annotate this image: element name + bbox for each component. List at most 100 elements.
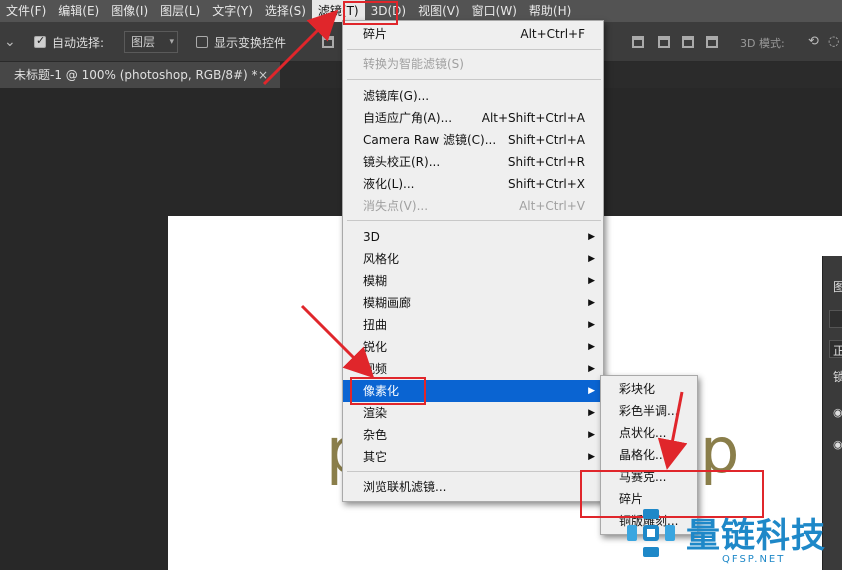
menu-item-label: 3D [363, 230, 380, 244]
submenu-arrow-icon: ▶ [588, 452, 595, 462]
menu-item-shortcut: Alt+Ctrl+V [519, 199, 585, 213]
submenu-arrow-icon: ▶ [588, 364, 595, 374]
orbit-3d-icon[interactable]: ⟲ [808, 34, 819, 49]
menu-item-vanishing-point: 消失点(V)... Alt+Ctrl+V [343, 195, 603, 217]
menu-file[interactable]: 文件(F) [0, 0, 52, 22]
auto-select-label: 自动选择: [52, 36, 105, 50]
menu-item-shortcut: Shift+Ctrl+X [508, 177, 585, 191]
submenu-arrow-icon: ▶ [588, 408, 595, 418]
submenu-arrow-icon: ▶ [588, 320, 595, 330]
menu-item-shortcut: Alt+Ctrl+F [520, 27, 585, 41]
submenu-noise[interactable]: 杂色 ▶ [343, 424, 603, 446]
annotation-box-pixelate [350, 377, 426, 405]
panel-search-icon[interactable] [829, 310, 842, 328]
menu-window[interactable]: 窗口(W) [466, 0, 523, 22]
distribute-spacing-icon[interactable] [706, 36, 718, 48]
submenu-item-crystallize[interactable]: 晶格化... [601, 444, 697, 466]
roll-3d-icon[interactable]: ◌ [828, 34, 839, 49]
menu-item-label: 自适应广角(A)... [363, 111, 453, 125]
menu-type[interactable]: 文字(Y) [206, 0, 259, 22]
submenu-other[interactable]: 其它 ▶ [343, 446, 603, 468]
menu-item-label: Camera Raw 滤镜(C)... [363, 133, 497, 147]
mode-3d-label: 3D 模式: [740, 37, 785, 50]
menu-item-label: 其它 [363, 450, 388, 464]
document-tab-title: 未标题-1 @ 100% (photoshop, RGB/8#) * [14, 68, 258, 82]
auto-select-checkbox[interactable] [34, 34, 46, 48]
menu-item-shortcut: Alt+Shift+Ctrl+A [481, 111, 585, 125]
menu-item-label: 浏览联机滤镜... [363, 480, 447, 494]
submenu-arrow-icon: ▶ [588, 232, 595, 242]
watermark-text: 量链科技 [686, 516, 826, 556]
menu-item-label: 锐化 [363, 340, 388, 354]
submenu-item-facet[interactable]: 彩块化 [601, 378, 697, 400]
menu-item-lens-correction[interactable]: 镜头校正(R)... Shift+Ctrl+R [343, 151, 603, 173]
menu-item-shortcut: Shift+Ctrl+A [508, 133, 585, 147]
document-tab[interactable]: 未标题-1 @ 100% (photoshop, RGB/8#) * × [0, 62, 280, 88]
dropdown-value: 图层 [131, 35, 156, 49]
menu-item-label: 镜头校正(R)... [363, 155, 441, 169]
menu-layer[interactable]: 图层(L) [154, 0, 206, 22]
show-transform-label: 显示变换控件 [214, 36, 287, 50]
menu-item-label: 转换为智能滤镜(S) [363, 57, 464, 71]
distribute-vertical-icon[interactable] [632, 36, 644, 48]
menu-edit[interactable]: 编辑(E) [52, 0, 105, 22]
submenu-item-pointillize[interactable]: 点状化... [601, 422, 697, 444]
submenu-render[interactable]: 渲染 ▶ [343, 402, 603, 424]
menu-item-adaptive-wide-angle[interactable]: 自适应广角(A)... Alt+Shift+Ctrl+A [343, 107, 603, 129]
submenu-blur[interactable]: 模糊 ▶ [343, 270, 603, 292]
submenu-arrow-icon: ▶ [588, 254, 595, 264]
menu-separator [347, 49, 601, 50]
menu-item-filter-gallery[interactable]: 滤镜库(G)... [343, 85, 603, 107]
menu-item-label: 视频 [363, 362, 388, 376]
close-icon[interactable]: × [258, 62, 268, 88]
menu-view[interactable]: 视图(V) [412, 0, 466, 22]
blend-mode-value: 正 [833, 344, 842, 358]
menu-separator [347, 220, 601, 221]
menu-item-camera-raw[interactable]: Camera Raw 滤镜(C)... Shift+Ctrl+A [343, 129, 603, 151]
annotation-box-filter-menu [343, 1, 398, 25]
submenu-blur-gallery[interactable]: 模糊画廊 ▶ [343, 292, 603, 314]
menu-item-label: 滤镜库(G)... [363, 89, 430, 103]
menu-item-label: 模糊 [363, 274, 388, 288]
menu-item-label: 液化(L)... [363, 177, 415, 191]
menu-item-shortcut: Shift+Ctrl+R [507, 155, 585, 169]
submenu-arrow-icon: ▶ [588, 342, 595, 352]
menu-item-browse-online-filters[interactable]: 浏览联机滤镜... [343, 476, 603, 498]
align-top-icon[interactable] [322, 36, 334, 48]
chevron-down-icon: ▾ [169, 37, 174, 47]
submenu-sharpen[interactable]: 锐化 ▶ [343, 336, 603, 358]
submenu-arrow-icon: ▶ [588, 276, 595, 286]
watermark-domain: QFSP.NET [722, 554, 786, 565]
menu-item-label: 消失点(V)... [363, 199, 429, 213]
panel-header: 图 [833, 280, 842, 294]
menu-item-label: 风格化 [363, 252, 400, 266]
show-transform-checkbox[interactable] [196, 36, 208, 48]
submenu-arrow-icon: ▶ [588, 386, 595, 396]
layer-visibility-eye-icon[interactable]: ◉ [833, 438, 842, 451]
submenu-item-color-halftone[interactable]: 彩色半调... [601, 400, 697, 422]
submenu-arrow-icon: ▶ [588, 430, 595, 440]
submenu-stylize[interactable]: 风格化 ▶ [343, 248, 603, 270]
submenu-3d[interactable]: 3D ▶ [343, 226, 603, 248]
distribute-bottom-icon[interactable] [682, 36, 694, 48]
menu-item-label: 杂色 [363, 428, 388, 442]
menu-item-last-filter[interactable]: 碎片 Alt+Ctrl+F [343, 23, 603, 45]
menu-item-liquify[interactable]: 液化(L)... Shift+Ctrl+X [343, 173, 603, 195]
move-tool-chevron-icon[interactable]: ⌄ [4, 34, 16, 50]
submenu-arrow-icon: ▶ [588, 298, 595, 308]
filter-menu: 碎片 Alt+Ctrl+F 转换为智能滤镜(S) 滤镜库(G)... 自适应广角… [342, 20, 604, 502]
menu-help[interactable]: 帮助(H) [523, 0, 577, 22]
menu-select[interactable]: 选择(S) [259, 0, 312, 22]
lock-label: 锁 [833, 370, 842, 384]
submenu-distort[interactable]: 扭曲 ▶ [343, 314, 603, 336]
auto-select-target-dropdown[interactable]: 图层 ▾ [124, 31, 178, 53]
menu-item-label: 碎片 [363, 27, 388, 41]
menu-image[interactable]: 图像(I) [105, 0, 154, 22]
menu-item-label: 模糊画廊 [363, 296, 412, 310]
menubar: 文件(F) 编辑(E) 图像(I) 图层(L) 文字(Y) 选择(S) 滤镜(T… [0, 0, 842, 22]
distribute-center-icon[interactable] [658, 36, 670, 48]
layer-visibility-eye-icon[interactable]: ◉ [833, 406, 842, 419]
menu-separator [347, 471, 601, 472]
menu-item-convert-smart-filter: 转换为智能滤镜(S) [343, 53, 603, 75]
watermark-logo-icon [627, 509, 675, 557]
